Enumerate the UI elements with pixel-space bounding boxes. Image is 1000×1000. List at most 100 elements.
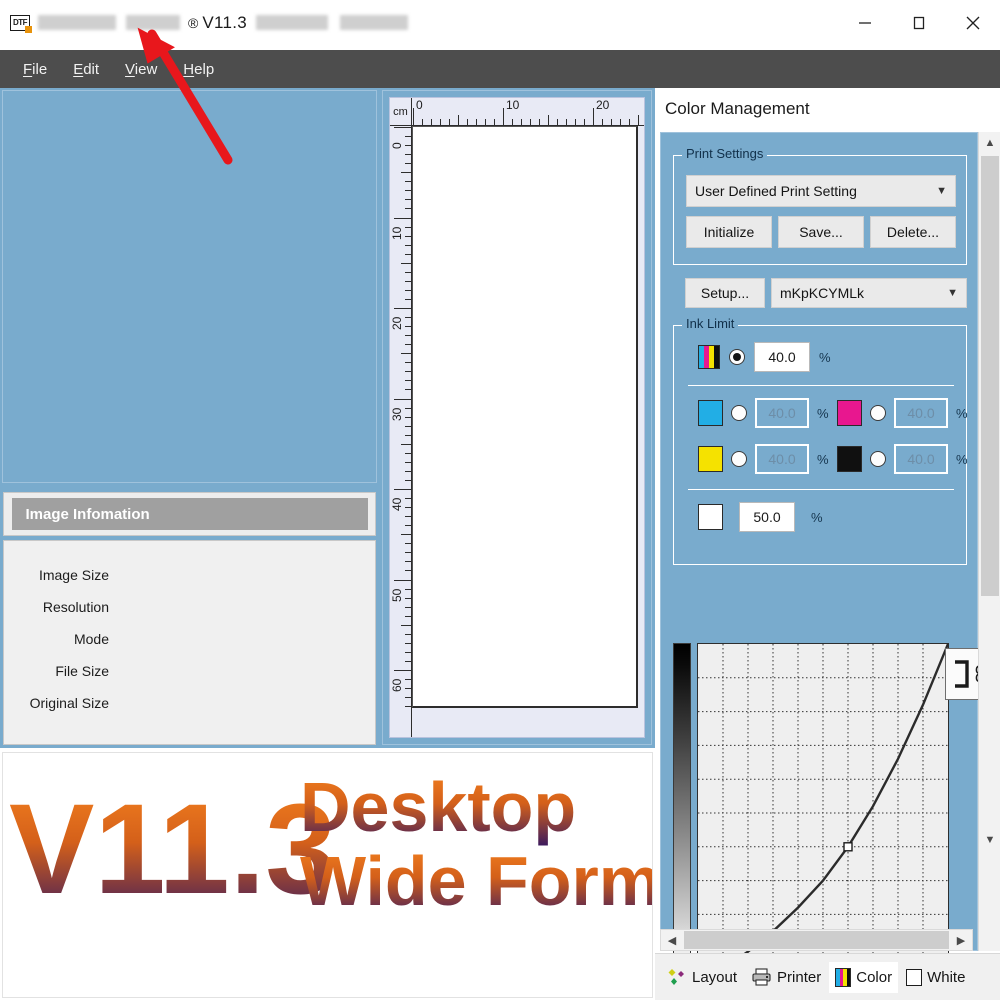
close-button[interactable] bbox=[946, 0, 1000, 45]
ruler-tick bbox=[449, 119, 450, 125]
ink-limit-black-value[interactable]: 40.0 bbox=[894, 444, 948, 474]
ruler-tick bbox=[405, 326, 411, 328]
ruler-tick bbox=[611, 119, 612, 125]
tab-printer[interactable]: Printer bbox=[745, 961, 827, 993]
print-setting-preset-combo[interactable]: User Defined Print Setting ▼ bbox=[686, 175, 956, 207]
panel-horizontal-scrollbar[interactable]: ◀ ▶ bbox=[660, 929, 973, 951]
ruler-label: 30 bbox=[390, 407, 404, 421]
canvas-inner: cm 0 10 20 0 10 20 30 40 50 60 bbox=[389, 97, 645, 738]
image-information-title: Image Infomation bbox=[25, 505, 150, 523]
tab-layout-label: Layout bbox=[692, 968, 738, 986]
ruler-label: 60 bbox=[390, 678, 404, 692]
ink-limit-yellow-value[interactable]: 40.0 bbox=[755, 444, 809, 474]
menu-item-view[interactable]: View bbox=[112, 59, 170, 80]
tab-white[interactable]: White bbox=[900, 963, 971, 992]
ink-limit-group: Ink Limit 40.0 % 40.0 % 40.0 % 40.0 % 40… bbox=[673, 317, 968, 565]
ruler-tick bbox=[405, 136, 411, 138]
ink-limit-composite-radio[interactable] bbox=[729, 349, 745, 365]
panel-vertical-scrollbar[interactable]: ▲ ▼ bbox=[978, 132, 1000, 951]
ruler-tick bbox=[405, 688, 411, 690]
ruler-label: 20 bbox=[596, 98, 610, 112]
diamonds-icon bbox=[667, 967, 687, 987]
ink-set-combo[interactable]: mKpKCYMLk ▼ bbox=[771, 278, 967, 308]
title-redacted-right2 bbox=[340, 15, 408, 30]
ruler-tick bbox=[405, 335, 411, 337]
ink-limit-magenta-value[interactable]: 40.0 bbox=[894, 398, 948, 428]
version-banner: V11.3 Desktop Wide Format bbox=[2, 752, 653, 998]
minimize-button[interactable] bbox=[838, 0, 892, 45]
menu-label-file-rest: ile bbox=[32, 60, 48, 78]
ruler-label: 40 bbox=[390, 497, 404, 511]
yellow-swatch-icon bbox=[698, 446, 723, 472]
setup-button[interactable]: Setup... bbox=[685, 278, 765, 308]
ruler-tick bbox=[405, 597, 411, 599]
ruler-tick bbox=[401, 443, 411, 445]
printer-icon bbox=[751, 967, 772, 987]
ink-limit-composite-value[interactable]: 40.0 bbox=[754, 342, 810, 372]
menu-item-help[interactable]: Help bbox=[170, 59, 227, 80]
percent-symbol: % bbox=[817, 405, 829, 421]
ink-limit-composite-row: 40.0 % bbox=[698, 342, 831, 372]
print-settings-legend: Print Settings bbox=[682, 147, 768, 160]
scroll-down-arrow-icon[interactable]: ▼ bbox=[979, 829, 1000, 851]
tab-layout[interactable]: Layout bbox=[661, 961, 743, 993]
delete-button[interactable]: Delete... bbox=[870, 216, 956, 248]
window-title: ® V11.3 bbox=[38, 13, 408, 33]
maximize-button[interactable] bbox=[892, 0, 946, 45]
ink-limit-black-radio[interactable] bbox=[870, 451, 886, 467]
ink-limit-row-cyan: 40.0 % bbox=[698, 398, 829, 428]
menu-item-file[interactable]: File bbox=[10, 59, 60, 80]
menu-item-edit[interactable]: Edit bbox=[60, 59, 112, 80]
ruler-tick bbox=[405, 181, 411, 183]
ruler-tick bbox=[405, 570, 411, 572]
ruler-tick bbox=[405, 208, 411, 210]
ruler-tick bbox=[405, 289, 411, 291]
info-row-resolution: Resolution bbox=[4, 600, 375, 614]
cmyk-composite-swatch-icon bbox=[698, 345, 720, 369]
ink-limit-white-value[interactable]: 50.0 bbox=[739, 502, 795, 532]
ruler-tick bbox=[405, 154, 411, 156]
white-swatch-icon bbox=[698, 504, 723, 530]
tab-color[interactable]: Color bbox=[829, 961, 899, 993]
ruler-tick bbox=[405, 525, 411, 527]
initialize-button-label: Initialize bbox=[703, 224, 755, 240]
curve-control-point[interactable] bbox=[843, 842, 853, 852]
ruler-tick bbox=[413, 108, 414, 125]
color-management-body: Print Settings User Defined Print Settin… bbox=[660, 132, 991, 983]
black-swatch-icon bbox=[837, 446, 862, 472]
ink-limit-cyan-radio[interactable] bbox=[731, 405, 747, 421]
ruler-tick bbox=[405, 470, 411, 472]
page-sheet[interactable] bbox=[412, 126, 638, 708]
initialize-button[interactable]: Initialize bbox=[686, 216, 772, 248]
scroll-up-arrow-icon[interactable]: ▲ bbox=[979, 132, 1000, 154]
ink-limit-cyan-value[interactable]: 40.0 bbox=[755, 398, 809, 428]
info-row-file-size: File Size bbox=[4, 664, 375, 678]
ruler-tick bbox=[521, 119, 522, 125]
ink-limit-magenta-radio[interactable] bbox=[870, 405, 886, 421]
page-canvas-pane[interactable]: cm 0 10 20 0 10 20 30 40 50 60 bbox=[382, 90, 652, 745]
ink-limit-yellow-radio[interactable] bbox=[731, 451, 747, 467]
percent-symbol: % bbox=[956, 405, 968, 421]
scroll-left-arrow-icon[interactable]: ◀ bbox=[661, 934, 683, 947]
menu-label-view-rest: iew bbox=[134, 60, 158, 78]
ruler-tick bbox=[405, 679, 411, 681]
percent-symbol: % bbox=[956, 451, 968, 467]
ruler-tick bbox=[440, 119, 441, 125]
vertical-ruler: 0 10 20 30 40 50 60 bbox=[390, 126, 412, 737]
ruler-tick bbox=[629, 119, 630, 125]
info-label-resolution: Resolution bbox=[42, 599, 109, 615]
ruler-label: 50 bbox=[390, 588, 404, 602]
white-square-icon bbox=[906, 968, 923, 986]
h-scrollbar-thumb[interactable] bbox=[684, 931, 949, 949]
save-button[interactable]: Save... bbox=[778, 216, 864, 248]
ruler-tick bbox=[405, 271, 411, 273]
ruler-tick bbox=[405, 606, 411, 608]
title-redacted-left bbox=[38, 15, 116, 30]
image-preview-pane[interactable] bbox=[2, 90, 377, 483]
ruler-tick bbox=[405, 226, 411, 228]
scroll-right-arrow-icon[interactable]: ▶ bbox=[950, 934, 972, 947]
scrollbar-thumb[interactable] bbox=[981, 156, 999, 596]
setup-button-label: Setup... bbox=[700, 285, 750, 301]
ink-limit-divider-bottom bbox=[688, 489, 954, 490]
ruler-tick bbox=[575, 119, 576, 125]
